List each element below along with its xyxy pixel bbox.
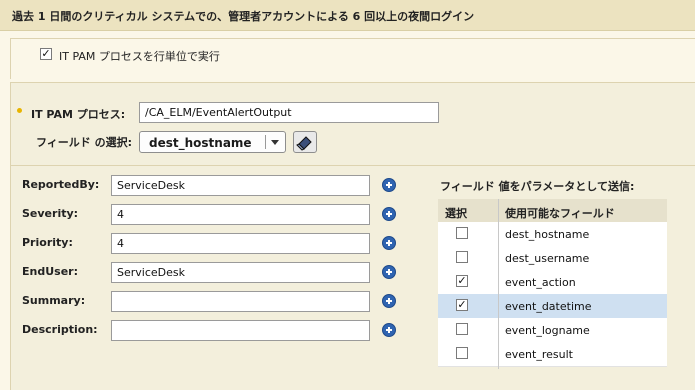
table-row[interactable]: ✓ event_datetime — [438, 294, 667, 319]
field-label-severity: Severity: — [22, 207, 79, 220]
description-input[interactable] — [111, 320, 370, 341]
field-name: event_result — [505, 348, 573, 361]
add-parameter-icon[interactable] — [382, 236, 396, 250]
required-indicator — [17, 108, 22, 113]
field-name: dest_hostname — [505, 228, 590, 241]
row-checkbox[interactable] — [456, 251, 468, 263]
grid-column-divider — [498, 199, 499, 369]
add-parameter-icon[interactable] — [382, 294, 396, 308]
field-label-summary: Summary: — [22, 294, 86, 307]
summary-input[interactable] — [111, 291, 370, 312]
title-bar: 過去 1 日間のクリティカル システムでの、管理者アカウントによる 6 回以上の… — [0, 0, 695, 31]
field-name: dest_username — [505, 252, 590, 265]
reportedby-input[interactable]: ServiceDesk — [111, 175, 370, 196]
page-title: 過去 1 日間のクリティカル システムでの、管理者アカウントによる 6 回以上の… — [12, 10, 475, 23]
table-row[interactable]: event_logname — [438, 318, 667, 343]
run-per-row-checkbox[interactable]: ✓ — [40, 48, 52, 60]
row-checkbox[interactable] — [456, 227, 468, 239]
add-parameter-icon[interactable] — [382, 265, 396, 279]
grid-header: 選択 使用可能なフィールド — [438, 199, 667, 223]
row-checkbox[interactable]: ✓ — [456, 299, 468, 311]
field-name: event_logname — [505, 324, 590, 337]
row-checkbox[interactable] — [456, 347, 468, 359]
field-label-enduser: EndUser: — [22, 265, 78, 278]
section-divider — [10, 165, 695, 166]
row-checkbox[interactable]: ✓ — [456, 275, 468, 287]
field-label-priority: Priority: — [22, 236, 73, 249]
run-per-row-label: IT PAM プロセスを行単位で実行 — [59, 50, 220, 63]
add-parameter-icon[interactable] — [382, 207, 396, 221]
table-row[interactable]: ✓ event_action — [438, 270, 667, 295]
row-checkbox[interactable] — [456, 323, 468, 335]
field-name: event_datetime — [505, 300, 592, 313]
field-name: event_action — [505, 276, 576, 289]
enduser-input[interactable]: ServiceDesk — [111, 262, 370, 283]
table-row[interactable]: dest_username — [438, 246, 667, 271]
add-parameter-icon[interactable] — [382, 323, 396, 337]
severity-input[interactable]: 4 — [111, 204, 370, 225]
param-section-title: フィールド 値をパラメータとして送信: — [440, 180, 635, 193]
chevron-down-icon[interactable] — [271, 140, 279, 145]
pam-process-input[interactable]: /CA_ELM/EventAlertOutput — [139, 102, 439, 123]
field-label-reportedby: ReportedBy: — [22, 178, 100, 191]
col-header-fields: 使用可能なフィールド — [505, 207, 615, 220]
table-row[interactable]: event_result — [438, 342, 667, 367]
col-header-select: 選択 — [445, 207, 467, 220]
priority-input[interactable]: 4 — [111, 233, 370, 254]
insert-field-button[interactable] — [293, 131, 317, 153]
table-row[interactable]: dest_hostname — [438, 222, 667, 247]
eraser-icon — [296, 136, 312, 151]
field-select-dropdown[interactable]: dest_hostname — [139, 131, 286, 153]
field-label-description: Description: — [22, 323, 98, 336]
pam-process-label: IT PAM プロセス: — [31, 108, 126, 121]
field-select-label: フィールド の選択: — [36, 136, 133, 149]
dropdown-separator — [265, 135, 266, 149]
add-parameter-icon[interactable] — [382, 178, 396, 192]
field-select-value: dest_hostname — [149, 136, 252, 150]
